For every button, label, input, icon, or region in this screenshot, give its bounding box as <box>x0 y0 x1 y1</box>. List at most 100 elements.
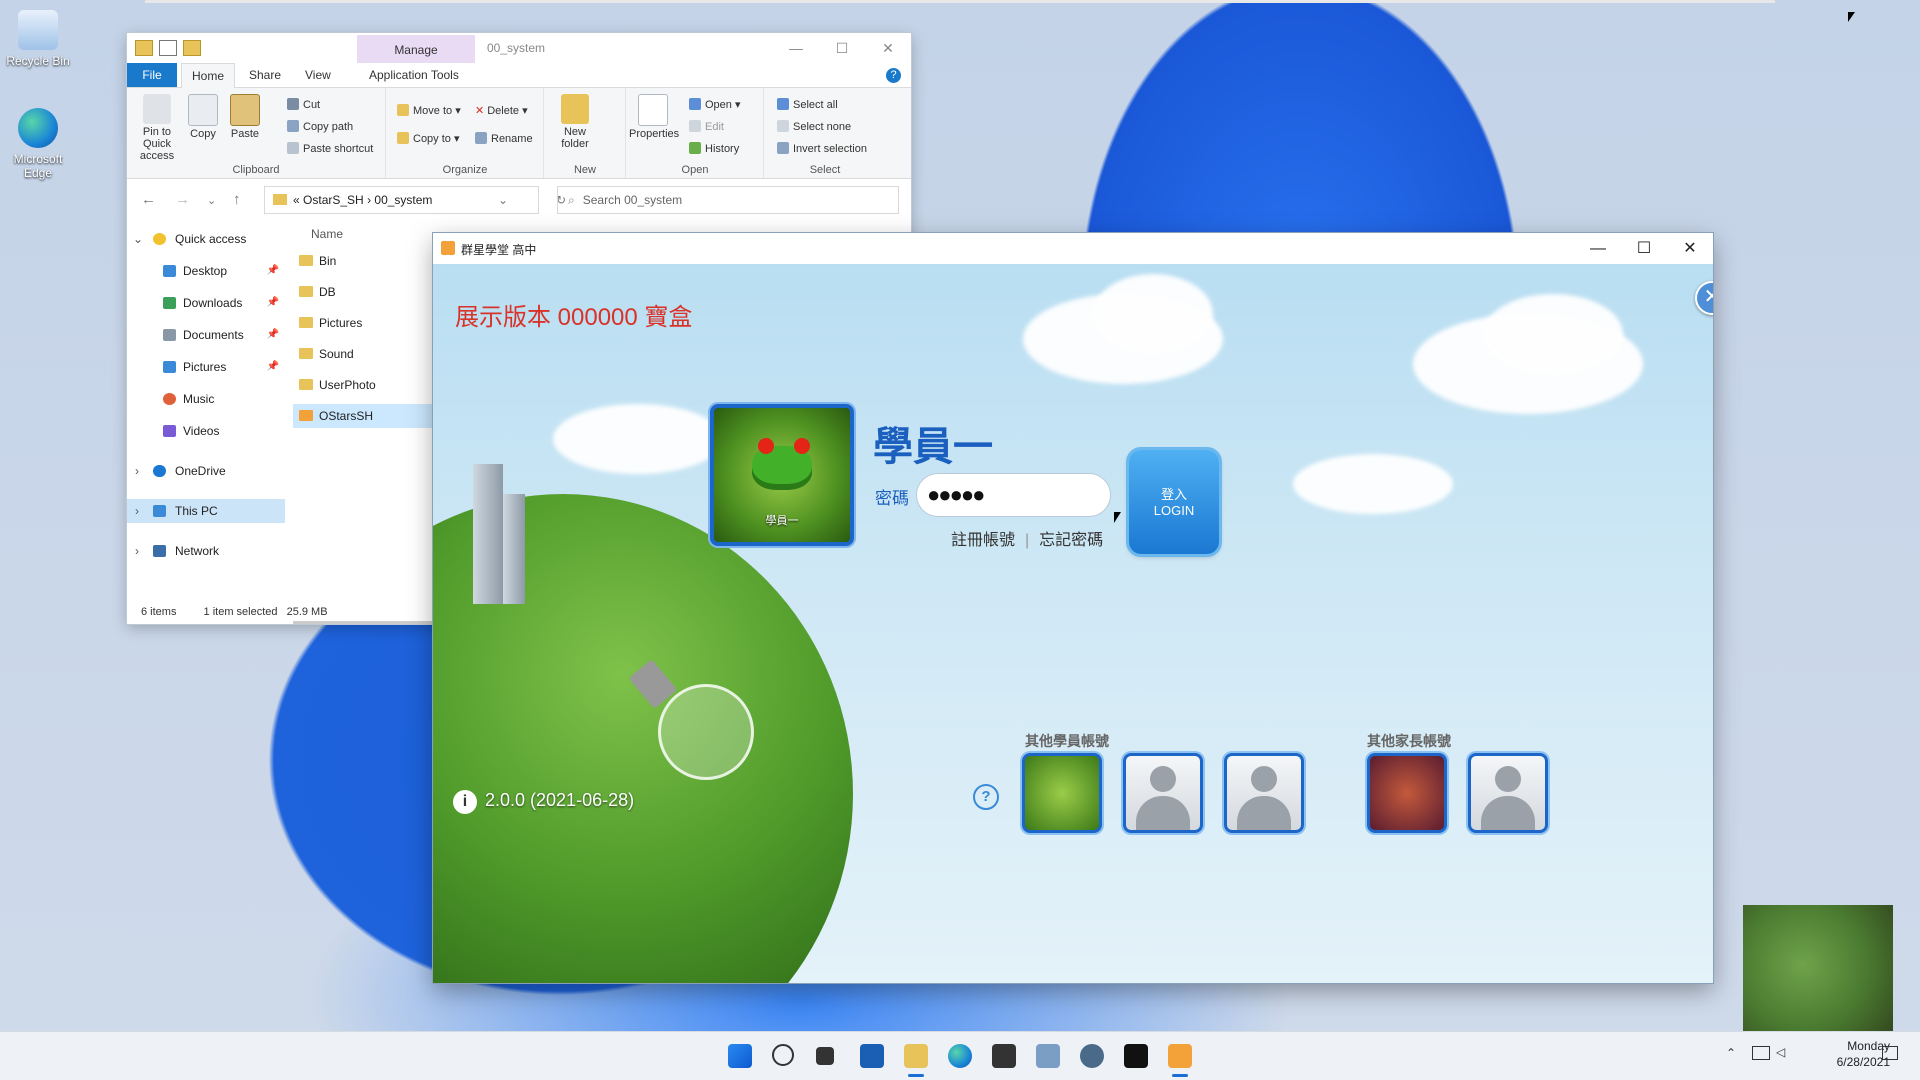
list-item[interactable]: Sound <box>293 342 453 366</box>
nav-desktop[interactable]: Desktop 📌 <box>127 259 285 283</box>
expand-arrow-icon[interactable]: › <box>135 539 139 563</box>
photos-icon[interactable] <box>1036 1044 1060 1068</box>
new-folder-icon[interactable] <box>183 40 201 56</box>
nav-network[interactable]: › Network <box>127 539 285 563</box>
nav-this-pc[interactable]: › This PC <box>127 499 285 523</box>
recent-chevron-icon[interactable]: ⌄ <box>207 194 216 207</box>
maximize-icon[interactable]: ☐ <box>1621 233 1667 264</box>
widgets-icon[interactable] <box>860 1044 884 1068</box>
copy-button[interactable]: Copy <box>179 94 227 140</box>
volume-icon[interactable]: ◁ <box>1776 1045 1785 1059</box>
tab-share[interactable]: Share <box>239 63 291 87</box>
rename-button[interactable]: Rename <box>475 130 533 148</box>
list-item[interactable]: OStarsSH <box>293 404 453 428</box>
close-icon[interactable]: ✕ <box>1667 233 1713 264</box>
expand-arrow-icon[interactable]: › <box>135 499 139 523</box>
back-arrow-icon[interactable]: ← <box>141 191 156 208</box>
maximize-icon[interactable]: ☐ <box>819 33 865 63</box>
open-button[interactable]: Open ▾ <box>689 96 741 114</box>
student-account-avatar[interactable] <box>1224 753 1304 833</box>
up-arrow-icon[interactable]: ↑ <box>233 191 241 208</box>
terminal-icon[interactable] <box>1124 1044 1148 1068</box>
pin-quick-access-button[interactable]: Pin to Quick access <box>133 94 181 162</box>
nav-downloads[interactable]: Downloads 📌 <box>127 291 285 315</box>
pin-icon[interactable]: 📌 <box>267 323 279 347</box>
list-item[interactable]: Bin <box>293 249 453 273</box>
file-explorer-icon[interactable] <box>904 1044 928 1068</box>
nav-music[interactable]: Music <box>127 387 285 411</box>
delete-button[interactable]: ✕ Delete ▾ <box>475 102 528 120</box>
expand-arrow-icon[interactable]: › <box>135 459 139 483</box>
copy-to-button[interactable]: Copy to ▾ <box>397 130 460 148</box>
tab-view[interactable]: View <box>295 63 341 87</box>
close-icon[interactable]: ✕ <box>865 33 911 63</box>
paste-button[interactable]: Paste <box>221 94 269 140</box>
search-box[interactable]: ⌕ Search 00_system <box>557 186 899 214</box>
paste-shortcut-button[interactable]: Paste shortcut <box>287 140 373 158</box>
manage-tab[interactable]: Manage <box>357 35 475 63</box>
new-folder-button[interactable]: New folder <box>551 94 599 150</box>
parent-account-avatar[interactable] <box>1468 753 1548 833</box>
column-header-name[interactable]: Name <box>311 227 343 241</box>
expand-chevron-icon[interactable]: ⌄ <box>133 227 143 251</box>
recycle-bin-shortcut[interactable]: Recycle Bin <box>0 10 76 68</box>
folder-icon[interactable] <box>135 40 153 56</box>
breadcrumb-00-system[interactable]: 00_system <box>374 193 432 207</box>
nav-documents[interactable]: Documents 📌 <box>127 323 285 347</box>
properties-icon[interactable] <box>159 40 177 56</box>
student-account-avatar[interactable] <box>1022 753 1102 833</box>
nav-pictures[interactable]: Pictures 📌 <box>127 355 285 379</box>
address-box[interactable]: « OstarS_SH › 00_system ⌄ ↻ <box>264 186 566 214</box>
properties-button[interactable]: Properties <box>629 94 679 140</box>
search-icon[interactable] <box>772 1044 794 1066</box>
edit-button[interactable]: Edit <box>689 118 724 136</box>
list-item[interactable]: DB <box>293 280 453 304</box>
student-account-avatar[interactable] <box>1123 753 1203 833</box>
select-all-button[interactable]: Select all <box>777 96 838 114</box>
copy-path-button[interactable]: Copy path <box>287 118 353 136</box>
forgot-password-link[interactable]: 忘記密碼 <box>1039 532 1103 549</box>
nav-quick-access[interactable]: ⌄ Quick access <box>127 227 285 251</box>
select-none-button[interactable]: Select none <box>777 118 851 136</box>
info-icon[interactable]: i <box>453 790 477 814</box>
list-item[interactable]: Pictures <box>293 311 453 335</box>
start-icon[interactable] <box>728 1044 752 1068</box>
tab-file[interactable]: File <box>127 63 177 87</box>
address-dropdown-icon[interactable]: ⌄ <box>498 187 508 213</box>
pin-icon[interactable]: 📌 <box>267 291 279 315</box>
star-app-icon[interactable] <box>1168 1044 1192 1068</box>
register-link[interactable]: 註冊帳號 <box>951 532 1015 549</box>
notification-icon[interactable] <box>1882 1046 1898 1060</box>
forward-arrow-icon[interactable]: → <box>175 191 190 208</box>
settings-icon[interactable] <box>1080 1044 1104 1068</box>
list-item[interactable]: UserPhoto <box>293 373 453 397</box>
nav-videos[interactable]: Videos <box>127 419 285 443</box>
login-button[interactable]: 登入 LOGIN <box>1129 450 1219 554</box>
quick-access-toolbar[interactable] <box>135 40 201 56</box>
rename-icon <box>475 132 487 144</box>
nav-onedrive[interactable]: › OneDrive <box>127 459 285 483</box>
pin-icon[interactable]: 📌 <box>267 355 279 379</box>
store-icon[interactable] <box>992 1044 1016 1068</box>
current-user-avatar[interactable]: 學員一 <box>710 404 854 546</box>
task-view-icon[interactable] <box>816 1047 834 1065</box>
tab-home[interactable]: Home <box>181 63 236 88</box>
breadcrumb-ostars[interactable]: OstarS_SH <box>303 193 364 207</box>
cut-button[interactable]: Cut <box>287 96 320 114</box>
tray-chevron-icon[interactable]: ⌃ <box>1726 1046 1736 1060</box>
history-button[interactable]: History <box>689 140 739 158</box>
minimize-icon[interactable]: — <box>773 33 819 63</box>
app-close-icon[interactable]: ✕ <box>1695 281 1713 315</box>
help-icon[interactable]: ? <box>973 784 999 810</box>
tab-application-tools[interactable]: Application Tools <box>359 63 469 87</box>
parent-account-avatar[interactable] <box>1367 753 1447 833</box>
help-icon[interactable]: ? <box>886 68 901 83</box>
password-field[interactable]: ●●●●● <box>916 473 1111 517</box>
edge-shortcut[interactable]: Microsoft Edge <box>0 108 76 180</box>
move-to-button[interactable]: Move to ▾ <box>397 102 461 120</box>
invert-selection-button[interactable]: Invert selection <box>777 140 867 158</box>
pin-icon[interactable]: 📌 <box>267 259 279 283</box>
edge-icon[interactable] <box>948 1044 972 1068</box>
minimize-icon[interactable]: — <box>1575 233 1621 264</box>
network-tray-icon[interactable] <box>1752 1046 1770 1060</box>
